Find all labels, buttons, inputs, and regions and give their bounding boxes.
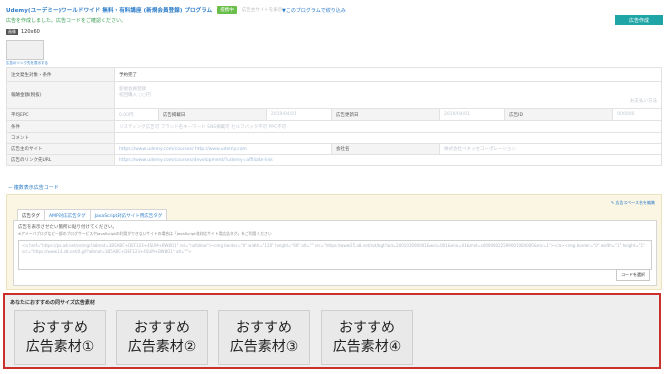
ad-id-value: 000000 <box>612 108 662 121</box>
recommended-materials-section: あなたにおすすめの同サイズ広告素材 おすすめ広告素材① おすすめ広告素材② おす… <box>3 293 661 369</box>
conditions-value: リスティング広告可 ブランド名キーワード SNS掲載可 セルフバック不可 PPC… <box>114 120 662 133</box>
site-label: 広告主のサイト <box>6 143 115 155</box>
approval-label: 注文発生対象・条件 <box>6 67 115 82</box>
ad-size-text: 120x60 <box>21 29 40 35</box>
recommended-card-1[interactable]: おすすめ広告素材① <box>14 310 106 365</box>
recommended-heading: あなたにおすすめの同サイズ広告素材 <box>10 300 95 306</box>
ad-code-panel: ✎ 広告スペース名を編集 広告タグ AMP対応広告タグ JavaScript対応… <box>6 194 662 290</box>
recommended-card-2[interactable]: おすすめ広告素材② <box>116 310 208 365</box>
header-row: Udemy(ユーデミー)ワールドワイド 無料・有料講座 (新規会員登録) プログ… <box>6 6 282 14</box>
reward-right: お支払い方法 <box>630 99 657 104</box>
card-2-line1: おすすめ <box>134 319 190 336</box>
recommended-card-3[interactable]: おすすめ広告素材③ <box>218 310 310 365</box>
select-code-button[interactable]: コードを選択 <box>616 269 650 281</box>
comment-value <box>114 132 662 144</box>
recommended-card-4[interactable]: おすすめ広告素材④ <box>321 310 413 365</box>
epc-label: 平均EPC <box>6 108 115 121</box>
updated-label: 広告更新日 <box>331 108 441 121</box>
multi-display-code-toggle[interactable]: − 複数表示広告コード <box>8 184 59 191</box>
program-info-table: 注文発生対象・条件 予約完了 報酬金額(税抜) 新規会員登録 初回購入 ○○円 … <box>6 67 662 166</box>
program-title[interactable]: Udemy(ユーデミー)ワールドワイド 無料・有料講座 (新規会員登録) プログ… <box>6 6 212 14</box>
reward-cell: 新規会員登録 初回購入 ○○円 お支払い方法 <box>114 81 662 109</box>
conditions-label: 条件 <box>6 120 115 133</box>
link-url-value[interactable]: https://www.udemy.com/courses/developmen… <box>114 154 662 166</box>
ad-id-label: 広告ID <box>504 108 614 121</box>
card-1-line2: 広告素材① <box>25 338 95 355</box>
advertiser-site-link[interactable]: 広告主サイトを表示 <box>242 7 283 13</box>
card-2-line2: 広告素材② <box>127 338 197 355</box>
paste-instruction-note: ※アメーバブログなど一部のブログサービスやJavaScriptの利用ができないサ… <box>18 231 272 236</box>
create-ad-button[interactable]: 広告作成 <box>615 15 663 25</box>
ad-size-row: 画像 120x60 <box>6 29 40 35</box>
code-box: 広告を表示させたい箇所に貼り付けてください。 ※アメーバブログなど一部のブログサ… <box>13 220 657 286</box>
ad-code-textarea[interactable]: <a href="https://px.a8.net/svt/ejp?a8mat… <box>18 240 652 270</box>
ad-link-caption[interactable]: 広告のリンク先を表示する <box>6 61 48 66</box>
company-label: 会社名 <box>331 143 441 155</box>
success-message: 広告を作成しました。広告コードをご確認ください。 <box>6 18 127 24</box>
approval-value: 予約完了 <box>114 67 662 82</box>
card-4-line2: 広告素材④ <box>332 338 402 355</box>
link-url-label: 広告のリンク先URL <box>6 154 115 166</box>
comment-label: コメント <box>6 132 115 144</box>
card-4-line1: おすすめ <box>339 319 395 336</box>
card-3-line2: 広告素材③ <box>229 338 299 355</box>
site-value[interactable]: https://www.udemy.com/courses/ http://ww… <box>113 143 333 155</box>
ad-thumbnail[interactable] <box>6 40 44 60</box>
ad-type-tag: 画像 <box>6 29 18 35</box>
reward-label: 報酬金額(税抜) <box>6 81 115 109</box>
filter-by-program-link[interactable]: ▼このプログラムで絞り込み <box>282 7 346 14</box>
card-1-line1: おすすめ <box>32 319 88 336</box>
card-3-line1: おすすめ <box>236 319 292 336</box>
company-value: 株式会社ベネッセコーポレーション <box>439 143 662 155</box>
published-label: 広告掲載日 <box>157 108 267 121</box>
status-badge: 提携中 <box>217 6 237 14</box>
updated-value: 2019/04/01 <box>439 108 506 121</box>
published-value: 2019/04/01 <box>265 108 333 121</box>
edit-space-name-link[interactable]: ✎ 広告スペース名を編集 <box>611 200 655 206</box>
epc-value: 0.00円 <box>114 108 159 121</box>
